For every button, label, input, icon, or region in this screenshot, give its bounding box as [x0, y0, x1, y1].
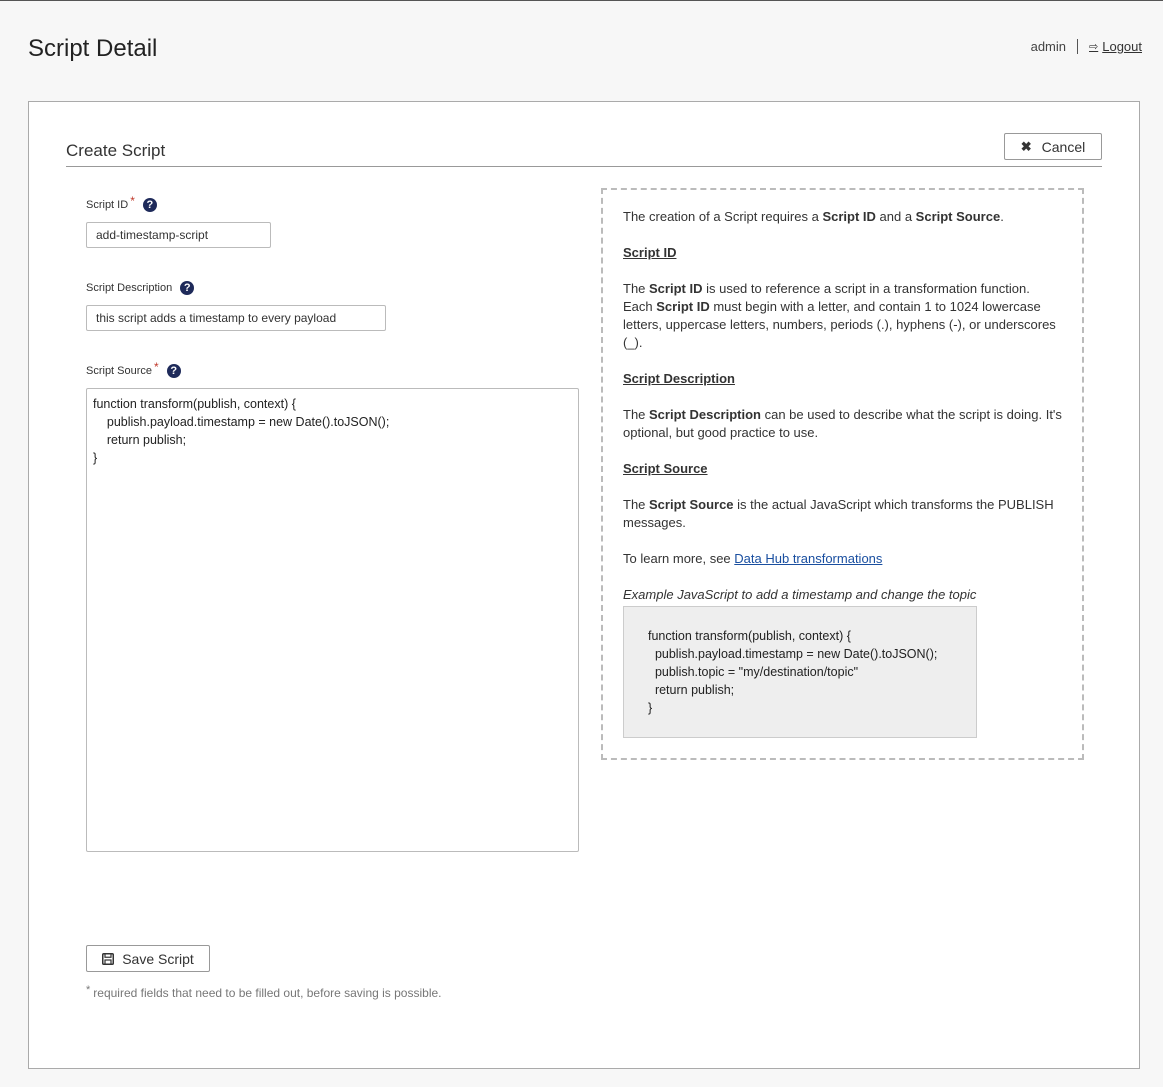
script-source-label: Script Source * ? [86, 360, 181, 378]
cancel-label: Cancel [1041, 138, 1086, 155]
required-footnote: * required fields that need to be filled … [86, 984, 442, 1000]
help-description-text: The Script Description can be used to de… [623, 407, 1062, 440]
script-description-label: Script Description ? [86, 281, 195, 295]
username: admin [1030, 39, 1067, 54]
save-label: Save Script [122, 950, 194, 967]
help-box: The creation of a Script requires a Scri… [601, 188, 1084, 760]
save-script-button[interactable]: Save Script [86, 945, 210, 972]
cancel-button[interactable]: ✖ Cancel [1004, 133, 1102, 160]
user-area: admin ⇨ Logout [1031, 39, 1142, 54]
panel-title: Create Script [66, 141, 166, 160]
script-source-editor[interactable]: function transform(publish, context) { p… [86, 388, 579, 852]
help-icon[interactable]: ? [180, 281, 195, 295]
logout-label: Logout [1102, 39, 1142, 54]
create-script-panel: Create Script ✖ Cancel Script ID * ? Scr… [28, 101, 1140, 1069]
help-script-id-text: The Script ID is used to reference a scr… [623, 281, 1056, 350]
page-title: Script Detail [28, 35, 158, 62]
required-mark: * [154, 360, 159, 374]
script-description-input[interactable] [86, 305, 386, 331]
help-heading-script-source: Script Source [623, 461, 708, 476]
help-heading-script-description: Script Description [623, 371, 735, 386]
help-icon[interactable]: ? [166, 364, 181, 378]
example-caption: Example JavaScript to add a timestamp an… [623, 587, 977, 602]
help-source-text: The Script Source is the actual JavaScri… [623, 497, 1054, 530]
script-id-label: Script ID * ? [86, 194, 157, 212]
data-hub-transformations-link[interactable]: Data Hub transformations [734, 551, 882, 566]
help-heading-script-id: Script ID [623, 245, 677, 260]
script-id-input[interactable] [86, 222, 271, 248]
help-learn-more: To learn more, see Data Hub transformati… [623, 551, 883, 566]
divider [1077, 39, 1079, 54]
help-icon[interactable]: ? [142, 198, 157, 212]
logout-icon: ⇨ [1089, 41, 1099, 53]
save-icon [102, 952, 115, 965]
required-mark: * [130, 194, 135, 208]
close-icon: ✖ [1020, 138, 1032, 154]
help-intro: The creation of a Script requires a Scri… [623, 209, 1004, 224]
logout-link[interactable]: ⇨ Logout [1089, 39, 1142, 54]
panel-header: Create Script ✖ Cancel [66, 133, 1102, 167]
example-code-block: function transform(publish, context) { p… [623, 606, 977, 738]
